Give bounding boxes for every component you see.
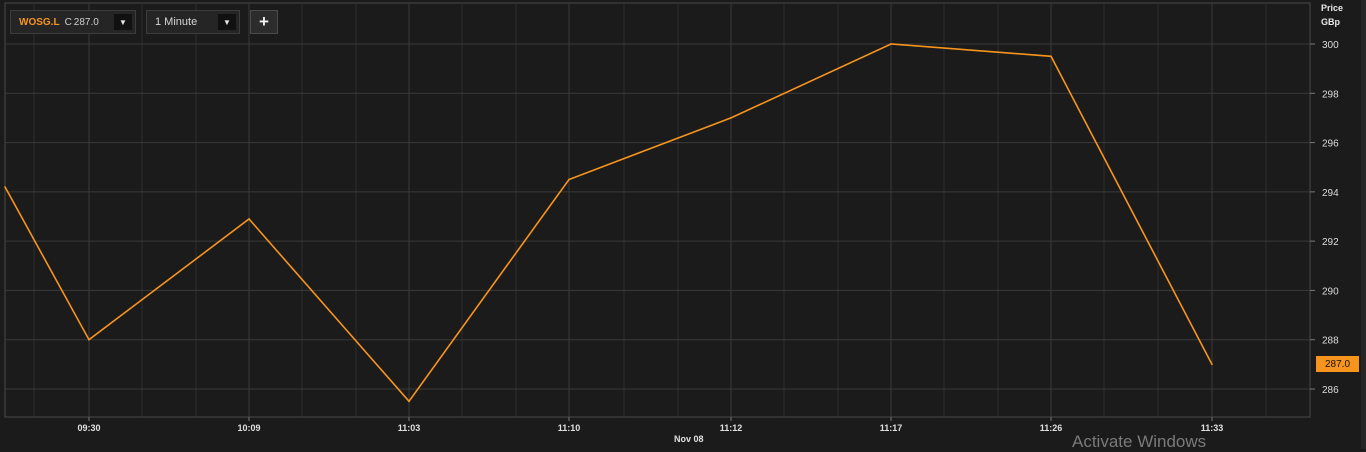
y-tick-label: 294 bbox=[1322, 188, 1339, 199]
y-axis-ticks: 286 288 290 292 294 296 298 300 bbox=[1310, 40, 1339, 396]
y-tick-label: 298 bbox=[1322, 89, 1339, 100]
chart-right-edge bbox=[1361, 0, 1366, 449]
x-tick-label: 10:09 bbox=[237, 423, 260, 433]
y-tick-label: 296 bbox=[1322, 139, 1339, 150]
price-point bbox=[4, 186, 6, 188]
x-tick-label: 09:30 bbox=[77, 423, 100, 433]
y-tick-label: 292 bbox=[1322, 237, 1339, 248]
currency-axis-title: GBp bbox=[1321, 17, 1340, 27]
price-point bbox=[1211, 363, 1213, 366]
plot-area bbox=[4, 2, 1311, 418]
date-label: Nov 08 bbox=[674, 434, 704, 444]
interval-selector[interactable]: 1 Minute ▼ bbox=[146, 10, 240, 34]
y-tick-label: 286 bbox=[1322, 385, 1339, 396]
price-point bbox=[1050, 55, 1052, 58]
price-point bbox=[248, 218, 250, 220]
price-chart: 286 288 290 292 294 296 298 300 09:30 10:09 11:03… bbox=[4, 2, 1339, 433]
chart-grid bbox=[4, 2, 1311, 418]
price-point bbox=[890, 43, 892, 45]
x-tick-label: 11:26 bbox=[1040, 423, 1063, 433]
x-tick-label: 11:17 bbox=[880, 423, 903, 433]
y-tick-label: 290 bbox=[1322, 286, 1339, 297]
x-tick-label: 11:10 bbox=[558, 423, 581, 433]
price-point bbox=[730, 117, 732, 119]
close-label: C bbox=[64, 16, 72, 28]
y-tick-label: 288 bbox=[1322, 336, 1339, 347]
instrument-code: WOSG.L bbox=[19, 16, 60, 28]
add-series-button[interactable]: + bbox=[250, 10, 278, 34]
chevron-down-icon[interactable]: ▼ bbox=[218, 14, 236, 30]
chevron-down-icon[interactable]: ▼ bbox=[114, 14, 132, 30]
last-price-badge: 287.0 bbox=[1316, 356, 1359, 373]
y-tick-label: 300 bbox=[1322, 40, 1339, 51]
price-axis-title: Price bbox=[1321, 3, 1344, 13]
close-value: 287.0 bbox=[73, 16, 99, 28]
interval-label: 1 Minute bbox=[155, 16, 198, 28]
instrument-selector[interactable]: WOSG.L C 287.0 ▼ bbox=[10, 10, 136, 34]
x-tick-label: 11:03 bbox=[398, 423, 421, 433]
activate-windows-watermark: Activate Windows bbox=[1072, 432, 1207, 451]
price-point bbox=[568, 178, 570, 181]
x-tick-label: 11:12 bbox=[720, 423, 743, 433]
x-axis-ticks: 09:30 10:09 11:03 11:10 11:12 11:17 11:26 11:33 bbox=[77, 417, 1223, 433]
price-point bbox=[408, 400, 410, 403]
price-point bbox=[88, 338, 90, 341]
